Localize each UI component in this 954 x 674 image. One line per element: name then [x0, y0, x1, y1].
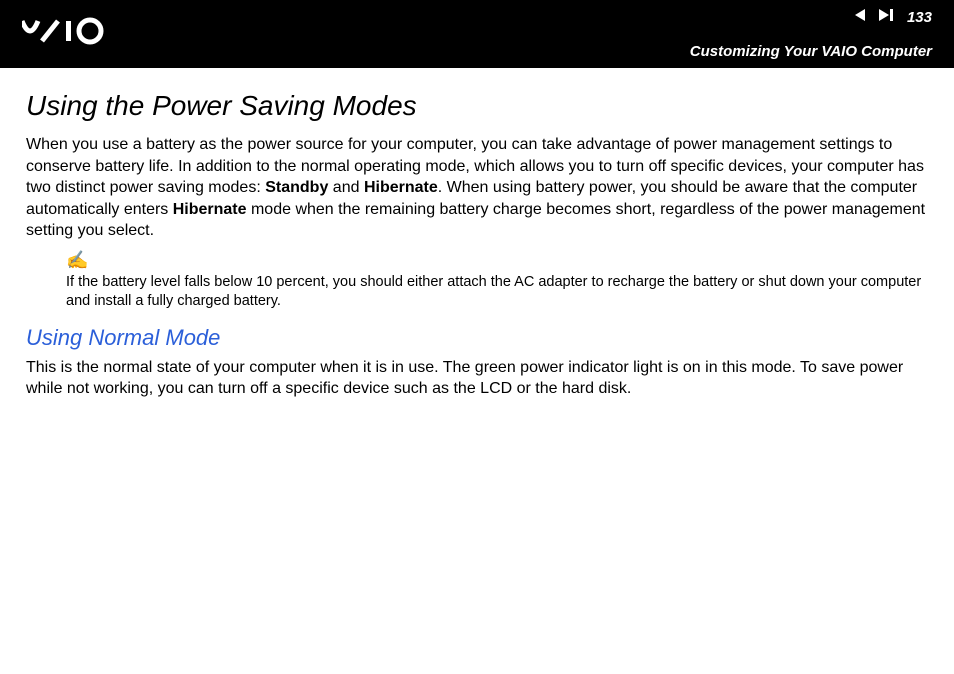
- bold-hibernate-2: Hibernate: [173, 201, 247, 218]
- subsection-title: Using Normal Mode: [26, 325, 928, 351]
- section-label: Customizing Your VAIO Computer: [690, 43, 932, 60]
- page-title: Using the Power Saving Modes: [26, 90, 928, 122]
- vaio-logo: [22, 16, 132, 53]
- note-text: If the battery level falls below 10 perc…: [66, 273, 928, 311]
- page-number: 133: [907, 9, 932, 26]
- para1-text-b: and: [328, 179, 364, 196]
- bold-standby: Standby: [265, 179, 328, 196]
- pencil-icon: ✍: [66, 250, 928, 271]
- page-content: Using the Power Saving Modes When you us…: [0, 68, 954, 400]
- header-bar: 133 Customizing Your VAIO Computer: [0, 0, 954, 68]
- nav-next-icon[interactable]: [877, 8, 897, 27]
- note-block: ✍ If the battery level falls below 10 pe…: [66, 250, 928, 311]
- normal-mode-paragraph: This is the normal state of your compute…: [26, 357, 928, 400]
- nav-prev-icon[interactable]: [853, 8, 867, 27]
- nav-controls: 133: [853, 8, 932, 27]
- intro-paragraph: When you use a battery as the power sour…: [26, 134, 928, 242]
- bold-hibernate-1: Hibernate: [364, 179, 438, 196]
